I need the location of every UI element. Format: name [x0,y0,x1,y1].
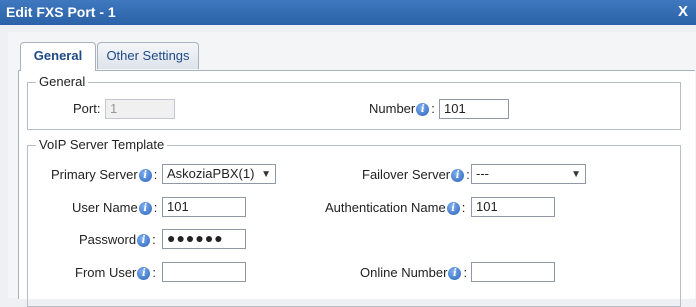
general-legend: General [36,74,89,89]
password-label-group: Password i: [79,232,159,247]
user-name-label-group: User Name i: [72,200,160,215]
failover-server-info-icon[interactable]: i [451,169,465,182]
online-number-field[interactable] [471,262,555,282]
from-user-label-group: From User i: [75,265,159,280]
close-button[interactable]: X [678,3,688,20]
failover-server-colon: : [466,167,470,182]
user-name-info-icon[interactable]: i [138,202,152,215]
chevron-down-icon: ▼ [261,169,271,180]
password-colon: : [152,232,156,247]
from-user-colon: : [152,265,157,280]
primary-server-label: Primary Server [51,167,138,182]
dialog-title-bar: Edit FXS Port - 1 X [0,0,696,25]
failover-server-value: --- [476,166,489,181]
failover-server-select[interactable]: --- ▼ [471,164,586,184]
failover-server-label-group: Failover Server i: [362,167,473,182]
auth-name-info-icon[interactable]: i [446,202,460,215]
primary-server-label-group: Primary Server i: [51,167,160,182]
port-label: Port: [73,101,101,116]
chevron-down-icon: ▼ [571,169,581,180]
number-colon: : [431,101,435,116]
auth-name-field[interactable]: 101 [471,197,555,217]
online-number-colon: : [463,265,468,280]
online-number-info-icon[interactable]: i [448,267,462,280]
tab-content: General Port: 1 Number i: 101 VoIP Server… [18,70,695,307]
user-name-field[interactable]: 101 [162,197,246,217]
primary-server-value: AskoziaPBX(1) [167,166,255,181]
auth-name-label-group: Authentication Name i: [325,200,468,215]
number-field[interactable]: 101 [439,99,509,119]
number-label-group: Number i: [369,101,438,116]
online-number-label-group: Online Number i: [360,265,470,280]
auth-name-colon: : [461,200,466,215]
voip-template-legend: VoIP Server Template [36,137,168,152]
user-name-label: User Name [72,200,138,215]
number-label: Number [369,101,416,116]
dialog-title: Edit FXS Port - 1 [6,4,116,20]
password-label: Password [79,232,137,247]
from-user-label: From User [75,265,137,280]
tab-general[interactable]: General [20,42,96,71]
port-field: 1 [105,99,175,119]
primary-server-info-icon[interactable]: i [138,169,152,182]
online-number-label: Online Number [360,265,448,280]
tab-other-settings[interactable]: Other Settings [97,42,199,69]
dialog-body: General Other Settings General Port: 1 N… [8,32,696,307]
failover-server-label: Failover Server [362,167,451,182]
password-field[interactable]: ●●●●●● [162,229,246,249]
auth-name-label: Authentication Name [325,200,446,215]
from-user-info-icon[interactable]: i [137,267,151,280]
primary-server-colon: : [153,167,158,182]
user-name-colon: : [153,200,158,215]
from-user-field[interactable] [162,262,246,282]
password-info-icon[interactable]: i [137,234,151,247]
number-info-icon[interactable]: i [416,103,430,116]
primary-server-select[interactable]: AskoziaPBX(1) ▼ [162,164,276,184]
